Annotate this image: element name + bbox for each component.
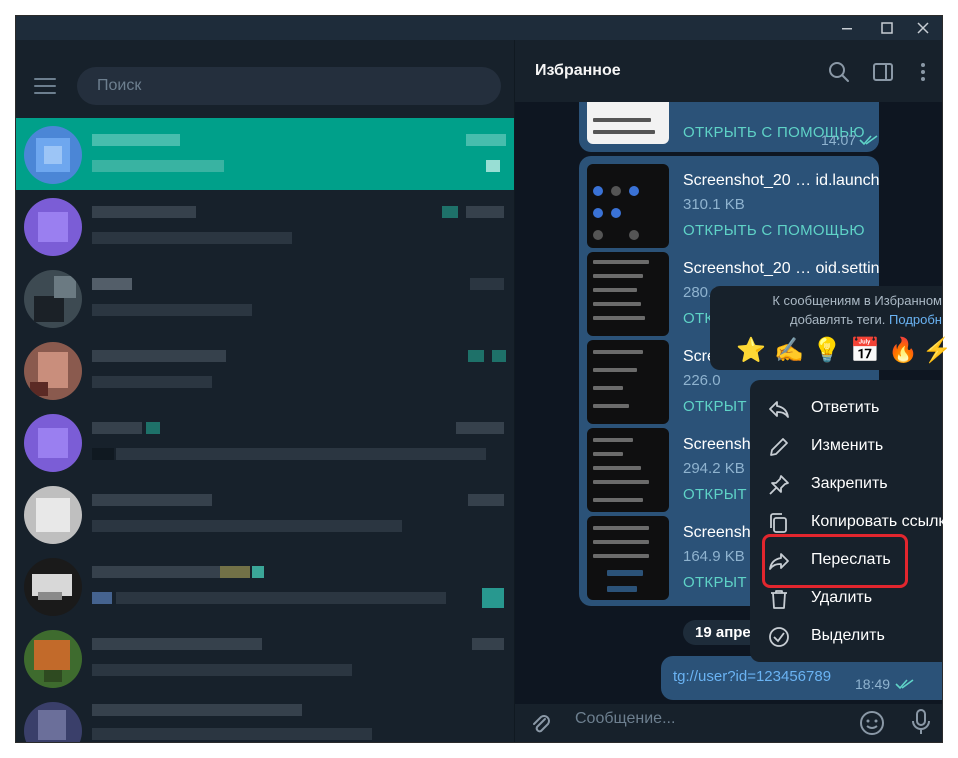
- attach-icon[interactable]: [529, 712, 553, 736]
- chat-list-panel: Поиск: [16, 40, 514, 742]
- close-icon: [917, 22, 929, 34]
- microphone-icon[interactable]: [909, 708, 933, 736]
- chat-item[interactable]: [16, 550, 514, 622]
- file-name: Screenshot_20 … oid.settings.jpg: [683, 260, 879, 277]
- maximize-button[interactable]: [868, 16, 906, 40]
- edit-label: Изменить: [811, 437, 884, 454]
- pin-menu-item[interactable]: Закрепить: [750, 466, 942, 504]
- chat-item[interactable]: [16, 622, 514, 694]
- select-menu-item[interactable]: Выделить: [750, 618, 942, 656]
- pencil-icon: [770, 438, 788, 456]
- file-name: Screenshot_20 … id.launcher.jpg: [683, 172, 879, 189]
- file-thumbnail[interactable]: [587, 102, 669, 144]
- check-circle-icon: [769, 627, 789, 647]
- avatar: [24, 702, 82, 742]
- chat-item[interactable]: [16, 334, 514, 406]
- reactions-hint: К сообщениям в Избранном добавлять теги.…: [758, 291, 942, 329]
- open-with-button[interactable]: ОТКРЫТ: [683, 486, 747, 503]
- reactions-more-link[interactable]: Подробн: [889, 312, 942, 327]
- chat-item[interactable]: [16, 118, 514, 190]
- avatar: [24, 270, 82, 328]
- chat-item[interactable]: [16, 694, 514, 742]
- avatar: [24, 486, 82, 544]
- file-size: 294.2 KB: [683, 460, 745, 477]
- reply-icon: [769, 401, 789, 418]
- minimize-button[interactable]: [828, 16, 866, 40]
- pin-icon: [769, 475, 789, 495]
- edit-menu-item[interactable]: Изменить: [750, 428, 942, 466]
- chat-item[interactable]: [16, 262, 514, 334]
- writing-hand-reaction[interactable]: ✍️: [774, 336, 804, 365]
- message-context-menu: Ответить Изменить Закрепить Копировать с…: [750, 380, 946, 662]
- link-message[interactable]: tg://user?id=123456789 18:49: [661, 656, 942, 700]
- file-size: 226.0: [683, 372, 721, 389]
- chat-item[interactable]: [16, 406, 514, 478]
- search-placeholder: Поиск: [97, 77, 142, 94]
- message-time: 18:49: [855, 676, 891, 692]
- reactions-hint-line1: К сообщениям в Избранном: [772, 293, 942, 308]
- reply-label: Ответить: [811, 399, 880, 416]
- reactions-panel: К сообщениям в Избранном добавлять теги.…: [710, 286, 952, 370]
- file-thumbnail[interactable]: [587, 340, 669, 424]
- reply-menu-item[interactable]: Ответить: [750, 390, 942, 428]
- message-time: 14:07: [821, 132, 857, 148]
- chat-title: Избранное: [535, 62, 621, 79]
- delete-label: Удалить: [811, 589, 873, 606]
- close-window-button[interactable]: [904, 16, 942, 40]
- message-composer: Сообщение...: [515, 704, 942, 742]
- hamburger-menu-icon[interactable]: [34, 78, 56, 96]
- title-bar: [16, 16, 942, 40]
- avatar: [24, 126, 82, 184]
- chat-header: Избранное: [515, 40, 942, 102]
- file-thumbnail[interactable]: [587, 252, 669, 336]
- file-size: 164.9 KB: [683, 548, 745, 565]
- select-label: Выделить: [811, 627, 885, 644]
- copy-icon: [770, 513, 787, 533]
- file-thumbnail[interactable]: [587, 164, 669, 248]
- open-with-button[interactable]: ОТКРЫТЬ С ПОМОЩЬЮ: [683, 222, 865, 239]
- message-input[interactable]: Сообщение...: [575, 710, 675, 728]
- trash-icon: [771, 590, 787, 609]
- file-name: Screensh: [683, 524, 751, 541]
- user-link[interactable]: tg://user?id=123456789: [673, 668, 831, 685]
- more-options-icon[interactable]: [911, 60, 935, 84]
- read-checks-icon: [859, 135, 878, 146]
- chat-item[interactable]: [16, 478, 514, 550]
- read-checks-icon: [895, 679, 914, 690]
- file-thumbnail[interactable]: [587, 428, 669, 512]
- avatar: [24, 558, 82, 616]
- file-name: Screensh: [683, 436, 751, 453]
- avatar: [24, 342, 82, 400]
- pin-label: Закрепить: [811, 475, 888, 492]
- forward-highlight-frame: [762, 534, 908, 588]
- avatar: [24, 630, 82, 688]
- search-input[interactable]: Поиск: [77, 67, 501, 105]
- maximize-icon: [881, 22, 893, 34]
- minimize-icon: [842, 28, 852, 30]
- star-reaction[interactable]: ⭐: [736, 336, 766, 365]
- open-with-button[interactable]: ОТКРЫТ: [683, 398, 747, 415]
- file-size: 310.1 KB: [683, 196, 745, 213]
- chat-item[interactable]: [16, 190, 514, 262]
- file-message[interactable]: ОТКРЫТЬ С ПОМОЩЬЮ 14:07: [579, 102, 879, 152]
- lightning-reaction[interactable]: ⚡: [922, 336, 952, 365]
- calendar-reaction[interactable]: 📅: [850, 336, 880, 365]
- search-icon[interactable]: [827, 60, 851, 84]
- light-bulb-reaction[interactable]: 💡: [812, 336, 842, 365]
- file-thumbnail[interactable]: [587, 516, 669, 600]
- avatar: [24, 414, 82, 472]
- open-with-button[interactable]: ОТКРЫТ: [683, 574, 747, 591]
- sidebar-toggle-icon[interactable]: [871, 60, 895, 84]
- reactions-hint-line2: добавлять теги.: [789, 312, 886, 327]
- fire-reaction[interactable]: 🔥: [888, 336, 918, 365]
- emoji-icon[interactable]: [859, 710, 885, 736]
- avatar: [24, 198, 82, 256]
- copy-link-label: Копировать ссылк: [811, 513, 946, 530]
